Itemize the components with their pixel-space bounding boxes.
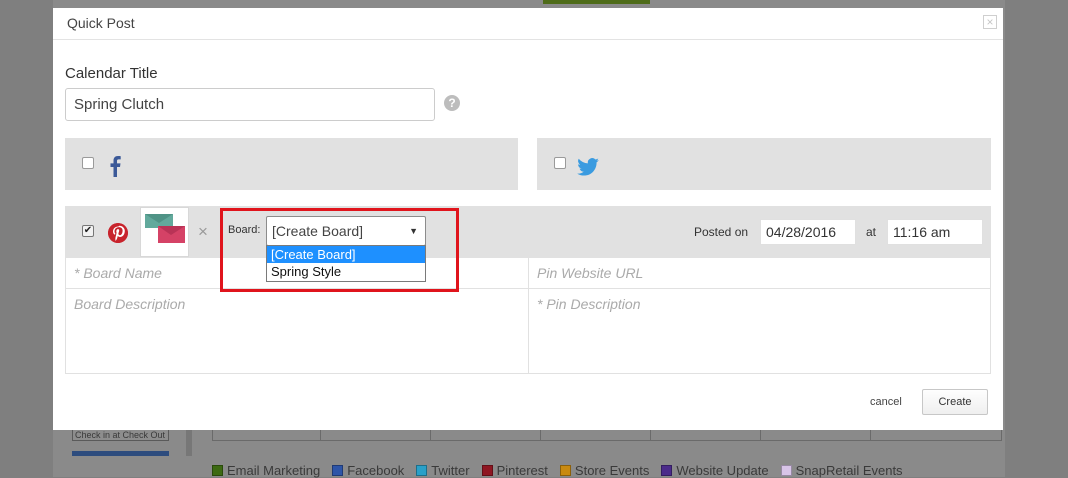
legend-swatch (661, 465, 673, 476)
legend-item-twitter: Twitter (416, 463, 470, 478)
clutch-image (145, 214, 185, 243)
background-blue-button (72, 451, 169, 456)
twitter-checkbox[interactable] (554, 157, 566, 169)
modal-header: Quick Post × (53, 8, 1003, 40)
pinterest-checkbox[interactable]: ✔ (82, 225, 94, 237)
posted-on-label: Posted on (694, 225, 749, 239)
pin-description-input[interactable]: * Pin Description (537, 296, 641, 312)
legend-swatch (212, 465, 223, 476)
board-description-input[interactable]: Board Description (74, 296, 185, 312)
legend-item-email: Email Marketing (212, 463, 320, 478)
background-green-button (543, 0, 650, 4)
pin-image-thumbnail (140, 207, 189, 257)
pin-url-input[interactable]: Pin Website URL (537, 265, 643, 281)
modal-title: Quick Post (67, 15, 135, 31)
twitter-icon (577, 158, 599, 176)
legend-label: Twitter (431, 463, 470, 478)
legend-item-facebook: Facebook (332, 463, 404, 478)
legend-label: SnapRetail Events (795, 463, 903, 478)
help-icon[interactable]: ? (444, 95, 460, 111)
legend-swatch (559, 465, 571, 476)
remove-image-icon[interactable]: × (198, 222, 208, 242)
pinterest-post-section: ✔ × Board: [Create Board] ▼ [Create Boar… (65, 206, 991, 374)
facebook-checkbox[interactable] (82, 157, 94, 169)
post-date-input[interactable]: 04/28/2016 (760, 219, 856, 245)
legend-item-store-events: Store Events (559, 463, 650, 478)
legend-swatch (481, 465, 493, 476)
legend-item-pinterest: Pinterest (481, 463, 548, 478)
calendar-title-label: Calendar Title (65, 65, 158, 82)
legend-label: Email Marketing (227, 463, 321, 478)
facebook-post-box (65, 138, 518, 190)
cancel-link[interactable]: cancel (870, 396, 902, 408)
legend-swatch (780, 465, 792, 476)
post-time-input[interactable]: 11:16 am (887, 219, 983, 245)
calendar-title-input[interactable] (65, 88, 435, 121)
twitter-post-box (537, 138, 991, 190)
highlight-box (220, 208, 459, 292)
legend-swatch (416, 465, 428, 476)
facebook-icon (110, 156, 121, 177)
quick-post-modal: Quick Post × Calendar Title ? ✔ (53, 8, 1003, 430)
legend-item-website-update: Website Update (661, 463, 769, 478)
pinterest-header: ✔ × Board: [Create Board] ▼ [Create Boar… (66, 207, 990, 282)
close-icon[interactable]: × (983, 15, 997, 29)
calendar-legend: Email Marketing Facebook Twitter Pintere… (212, 463, 903, 478)
legend-swatch (332, 465, 344, 476)
legend-label: Facebook (347, 463, 405, 478)
legend-label: Website Update (676, 463, 769, 478)
column-divider (528, 258, 529, 373)
legend-label: Store Events (574, 463, 650, 478)
legend-label: Pinterest (496, 463, 548, 478)
background-scrollbar (186, 430, 192, 456)
at-label: at (866, 225, 877, 239)
legend-item-snapretail-events: SnapRetail Events (780, 463, 903, 478)
create-button[interactable]: Create (922, 389, 988, 415)
pinterest-icon (108, 223, 128, 243)
board-name-input[interactable]: * Board Name (74, 265, 162, 281)
